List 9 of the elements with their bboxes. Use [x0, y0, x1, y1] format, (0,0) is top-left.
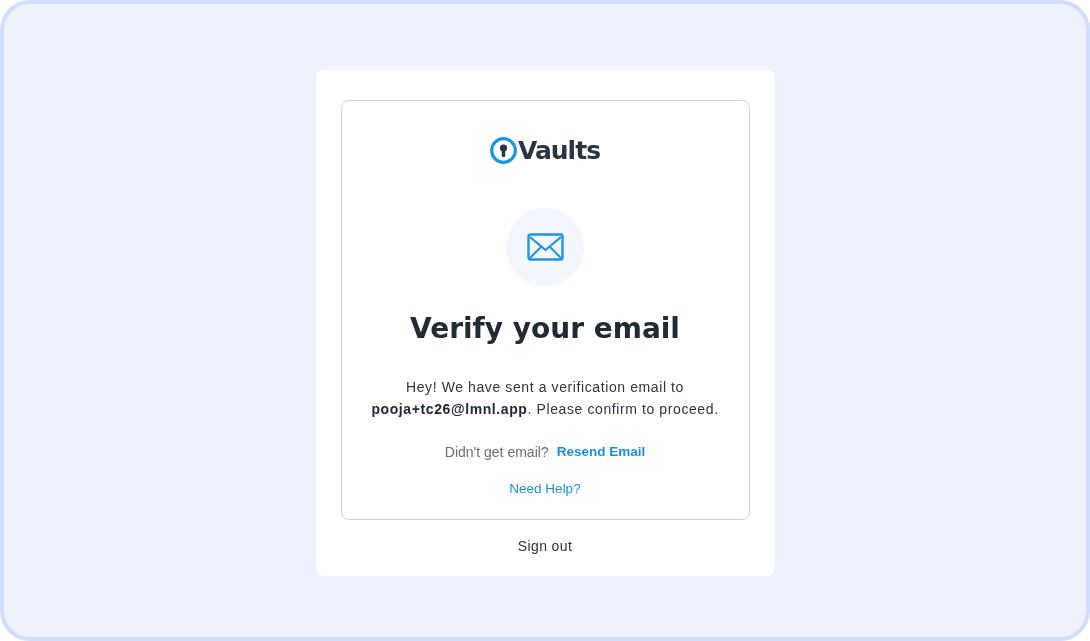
verification-message: Hey! We have sent a verification email to pooja+tc26@lmnl.app. Please confirm to proceed. [370, 377, 720, 419]
page-heading: Verify your email [410, 312, 680, 346]
envelope-icon [526, 233, 564, 261]
resend-email-link[interactable]: Resend Email [556, 441, 646, 463]
need-help-link[interactable]: Need Help? [509, 478, 581, 499]
resend-prompt: Didn't get email? [444, 442, 549, 462]
logo-wordmark: Vaults [517, 138, 601, 163]
keyhole-logo-icon [489, 137, 517, 164]
sign-out-button[interactable]: Sign out [517, 535, 573, 557]
